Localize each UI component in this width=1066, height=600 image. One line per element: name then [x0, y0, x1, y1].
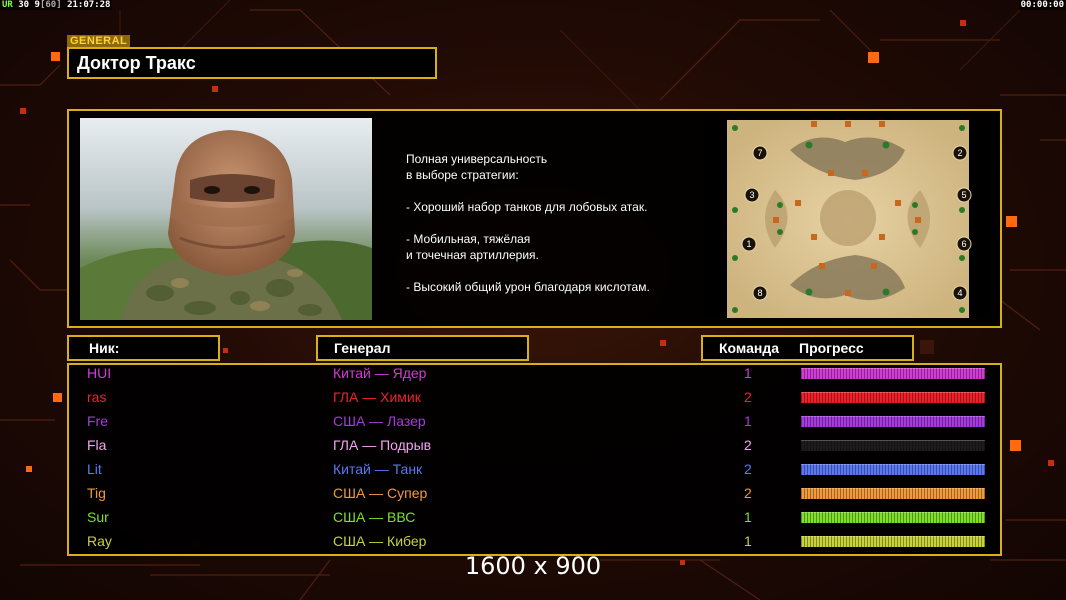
- hud-fps-cap: 60: [45, 0, 57, 10]
- fps-counter: UR 30 9[60] 21:07:28: [0, 0, 113, 10]
- column-header-progress: Прогресс: [799, 340, 864, 356]
- player-team: 2: [744, 461, 752, 477]
- player-nick: Lit: [87, 461, 102, 477]
- player-team: 2: [744, 485, 752, 501]
- general-description: Полная универсальность в выборе стратеги…: [406, 152, 650, 294]
- player-progress-bar: [801, 512, 985, 523]
- player-row: Sur США — ВВС 1: [0, 505, 1066, 529]
- player-progress-bar: [801, 416, 985, 427]
- column-header-nick: Ник:: [67, 335, 220, 361]
- player-nick: ras: [87, 389, 107, 405]
- start-position-label: 5: [961, 190, 966, 200]
- player-team: 1: [744, 413, 752, 429]
- column-header-team-progress: Команда Прогресс: [701, 335, 914, 361]
- player-nick: Fre: [87, 413, 108, 429]
- player-row: ras ГЛА — Химик 2: [0, 385, 1066, 409]
- player-progress-bar: [801, 440, 985, 451]
- start-position-label: 8: [757, 288, 762, 298]
- player-general: ГЛА — Химик: [333, 389, 421, 405]
- player-general: США — Лазер: [333, 413, 426, 429]
- column-header-general: Генерал: [316, 335, 529, 361]
- resolution-label: 1600 x 900: [464, 552, 602, 580]
- player-nick: Sur: [87, 509, 109, 525]
- player-nick: Fla: [87, 437, 107, 453]
- player-general: Китай — Ядер: [333, 365, 427, 381]
- map-preview[interactable]: 7 2 3 5 1 6 8 4: [705, 120, 990, 318]
- hud-ur: UR: [2, 0, 13, 10]
- player-row: HUI Китай — Ядер 1: [0, 361, 1066, 385]
- player-row: Ray США — Кибер 1: [0, 529, 1066, 553]
- player-general: США — Супер: [333, 485, 428, 501]
- start-position-label: 3: [749, 190, 754, 200]
- player-nick: HUI: [87, 365, 112, 381]
- hud-fps: 30: [18, 0, 30, 10]
- hud-clock: 21:07:28: [67, 0, 111, 10]
- general-name: Доктор Тракс: [67, 47, 437, 79]
- player-row: Fla ГЛА — Подрыв 2: [0, 433, 1066, 457]
- player-progress-bar: [801, 536, 985, 547]
- player-progress-bar: [801, 392, 985, 403]
- player-general: Китай — Танк: [333, 461, 423, 477]
- player-team: 2: [744, 437, 752, 453]
- start-position-label: 6: [961, 239, 966, 249]
- start-position-label: 2: [957, 148, 962, 158]
- player-row: Fre США — Лазер 1: [0, 409, 1066, 433]
- player-general: США — Кибер: [333, 533, 427, 549]
- player-nick: Tig: [87, 485, 106, 501]
- column-header-team: Команда: [719, 340, 779, 356]
- game-timer: 00:00:00: [1018, 0, 1066, 10]
- player-row: Tig США — Супер 2: [0, 481, 1066, 505]
- player-team: 1: [744, 365, 752, 381]
- player-general: ГЛА — Подрыв: [333, 437, 432, 453]
- general-portrait: [80, 118, 372, 320]
- player-nick: Ray: [87, 533, 112, 549]
- start-position-label: 4: [957, 288, 962, 298]
- player-team: 2: [744, 389, 752, 405]
- player-team: 1: [744, 533, 752, 549]
- player-team: 1: [744, 509, 752, 525]
- player-progress-bar: [801, 368, 985, 379]
- start-position-label: 1: [746, 239, 751, 249]
- player-general: США — ВВС: [333, 509, 416, 525]
- player-progress-bar: [801, 464, 985, 475]
- player-progress-bar: [801, 488, 985, 499]
- general-tag: GENERAL: [67, 35, 131, 47]
- start-position-label: 7: [757, 148, 762, 158]
- player-row: Lit Китай — Танк 2: [0, 457, 1066, 481]
